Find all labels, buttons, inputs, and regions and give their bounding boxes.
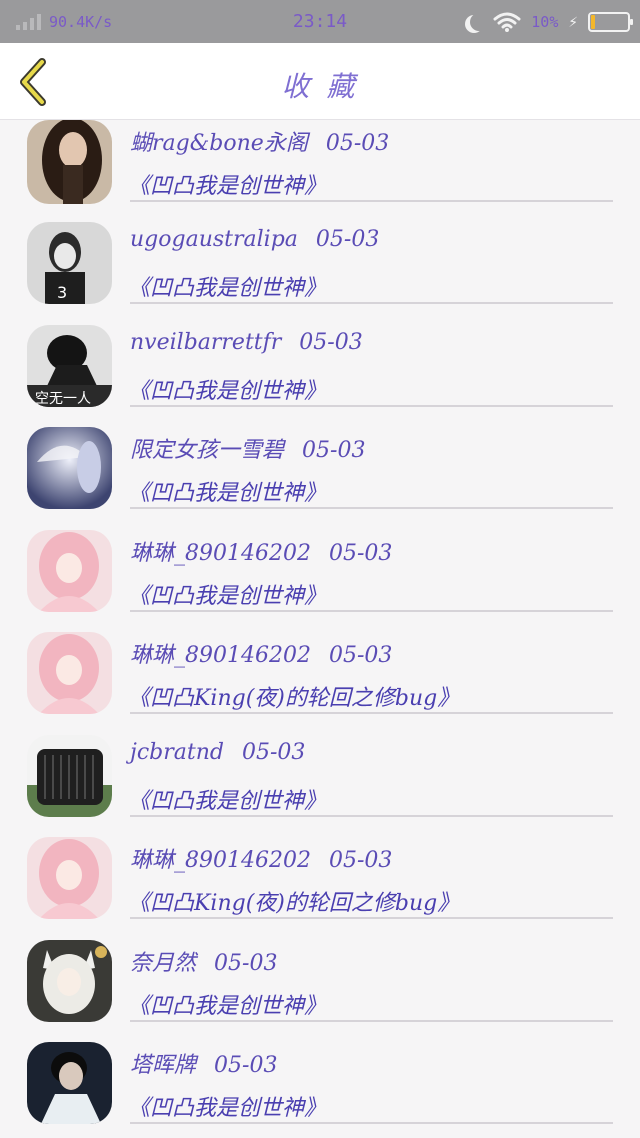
avatar-anime-fox-girl xyxy=(27,940,112,1022)
list-item-header: ugogaustralipa 05-03 xyxy=(130,227,379,252)
list-item[interactable]: 琳琳_890146202 05-03 《凹凸King(夜)的轮回之修bug》 xyxy=(0,632,640,735)
date: 05-03 xyxy=(299,330,363,355)
avatar-anime-umbrella xyxy=(27,427,112,509)
avatar-anime-pink-hair xyxy=(27,632,112,714)
avatar[interactable] xyxy=(27,837,112,919)
list-item-header: jcbratnd 05-03 xyxy=(130,740,305,765)
username: 奈月然 xyxy=(130,951,197,976)
list-item-header: 琳琳_890146202 05-03 xyxy=(130,842,392,874)
divider xyxy=(130,200,613,202)
book-title[interactable]: 《凹凸我是创世神》 xyxy=(128,988,326,1020)
avatar-girl-dark-hair xyxy=(27,120,112,204)
list-item-header: 琳琳_890146202 05-03 xyxy=(130,637,392,669)
username: 限定女孩一雪碧 xyxy=(130,438,285,463)
username: 蝴rag&bone永阁 xyxy=(130,131,308,156)
list-item[interactable]: 限定女孩一雪碧 05-03 《凹凸我是创世神》 xyxy=(0,427,640,530)
battery-percent: 10% xyxy=(531,12,559,31)
date: 05-03 xyxy=(302,438,366,463)
network-speed: 90.4K/s xyxy=(49,12,113,31)
avatar-anime-pink-hair xyxy=(27,837,112,919)
divider xyxy=(130,1020,613,1022)
username: 琳琳_890146202 xyxy=(130,848,311,873)
book-title[interactable]: 《凹凸我是创世神》 xyxy=(128,578,326,610)
list-item-header: nveilbarrettfr 05-03 xyxy=(130,330,363,355)
battery-icon xyxy=(588,11,633,32)
book-title[interactable]: 《凹凸我是创世神》 xyxy=(128,475,326,507)
divider xyxy=(130,815,613,817)
avatar-boy-dark xyxy=(27,1042,112,1124)
charging-icon: ⚡ xyxy=(568,12,578,31)
divider xyxy=(130,917,613,919)
signal-icon xyxy=(16,13,41,30)
date: 05-03 xyxy=(325,131,390,156)
divider xyxy=(130,712,613,714)
username: 塔晖牌 xyxy=(130,1053,197,1078)
avatar[interactable] xyxy=(27,940,112,1022)
book-title[interactable]: 《凹凸King(夜)的轮回之修bug》 xyxy=(128,885,459,917)
date: 05-03 xyxy=(241,740,306,765)
book-title[interactable]: 《凹凸King(夜)的轮回之修bug》 xyxy=(128,680,459,712)
avatar-boy-kneeling: 空无一人 xyxy=(27,325,112,407)
avatar[interactable] xyxy=(27,735,112,817)
book-title[interactable]: 《凹凸我是创世神》 xyxy=(128,270,326,302)
battery-fill xyxy=(591,14,595,29)
list-item[interactable]: 蝴rag&bone永阁 05-03 《凹凸我是创世神》 xyxy=(0,120,640,223)
book-title[interactable]: 《凹凸我是创世神》 xyxy=(128,373,326,405)
avatar-caption: 空无一人 xyxy=(35,391,91,407)
page-title: 收 藏 xyxy=(281,70,359,103)
moon-icon xyxy=(470,13,488,31)
divider xyxy=(130,405,613,407)
username: nveilbarrettfr xyxy=(130,330,282,355)
avatar-boy-grayscale: 3 xyxy=(27,222,112,304)
list-item[interactable]: 空无一人 nveilbarrettfr 05-03 《凹凸我是创世神》 xyxy=(0,325,640,428)
avatar[interactable] xyxy=(27,1042,112,1124)
divider xyxy=(130,1122,613,1124)
avatar[interactable]: 3 xyxy=(27,222,112,304)
divider xyxy=(130,610,613,612)
username: ugogaustralipa xyxy=(130,227,298,252)
book-title[interactable]: 《凹凸我是创世神》 xyxy=(128,783,326,815)
avatar-dark-object xyxy=(27,735,112,817)
list-item[interactable]: 3 ugogaustralipa 05-03 《凹凸我是创世神》 xyxy=(0,222,640,325)
list-item-header: 限定女孩一雪碧 05-03 xyxy=(130,432,365,464)
book-title[interactable]: 《凹凸我是创世神》 xyxy=(128,1090,326,1122)
wifi-icon xyxy=(493,12,521,32)
username: 琳琳_890146202 xyxy=(130,643,311,668)
avatar[interactable]: 空无一人 xyxy=(27,325,112,407)
list-item[interactable]: 琳琳_890146202 05-03 《凹凸King(夜)的轮回之修bug》 xyxy=(0,837,640,940)
date: 05-03 xyxy=(315,227,380,252)
divider xyxy=(130,302,613,304)
list-item[interactable]: 奈月然 05-03 《凹凸我是创世神》 xyxy=(0,940,640,1043)
avatar-anime-pink-hair xyxy=(27,530,112,612)
svg-text:3: 3 xyxy=(57,283,67,302)
avatar[interactable] xyxy=(27,632,112,714)
list-item[interactable]: 塔晖牌 05-03 《凹凸我是创世神》 xyxy=(0,1042,640,1138)
date: 05-03 xyxy=(214,1053,278,1078)
list-item[interactable]: jcbratnd 05-03 《凹凸我是创世神》 xyxy=(0,735,640,838)
header: 收 藏 xyxy=(0,43,640,120)
list-item-header: 琳琳_890146202 05-03 xyxy=(130,535,392,567)
status-bar: 90.4K/s 23:14 10% ⚡ xyxy=(0,0,640,43)
list-item-header: 蝴rag&bone永阁 05-03 xyxy=(130,125,389,157)
username: jcbratnd xyxy=(130,740,224,765)
list-item-header: 奈月然 05-03 xyxy=(130,945,277,977)
clock: 23:14 xyxy=(292,11,348,32)
date: 05-03 xyxy=(328,848,393,873)
book-title[interactable]: 《凹凸我是创世神》 xyxy=(128,168,326,200)
date: 05-03 xyxy=(328,541,393,566)
avatar[interactable] xyxy=(27,530,112,612)
list-item[interactable]: 琳琳_890146202 05-03 《凹凸我是创世神》 xyxy=(0,530,640,633)
avatar[interactable] xyxy=(27,120,112,204)
date: 05-03 xyxy=(328,643,393,668)
divider xyxy=(130,507,613,509)
username: 琳琳_890146202 xyxy=(130,541,311,566)
list-item-header: 塔晖牌 05-03 xyxy=(130,1047,277,1079)
date: 05-03 xyxy=(214,951,278,976)
avatar[interactable] xyxy=(27,427,112,509)
